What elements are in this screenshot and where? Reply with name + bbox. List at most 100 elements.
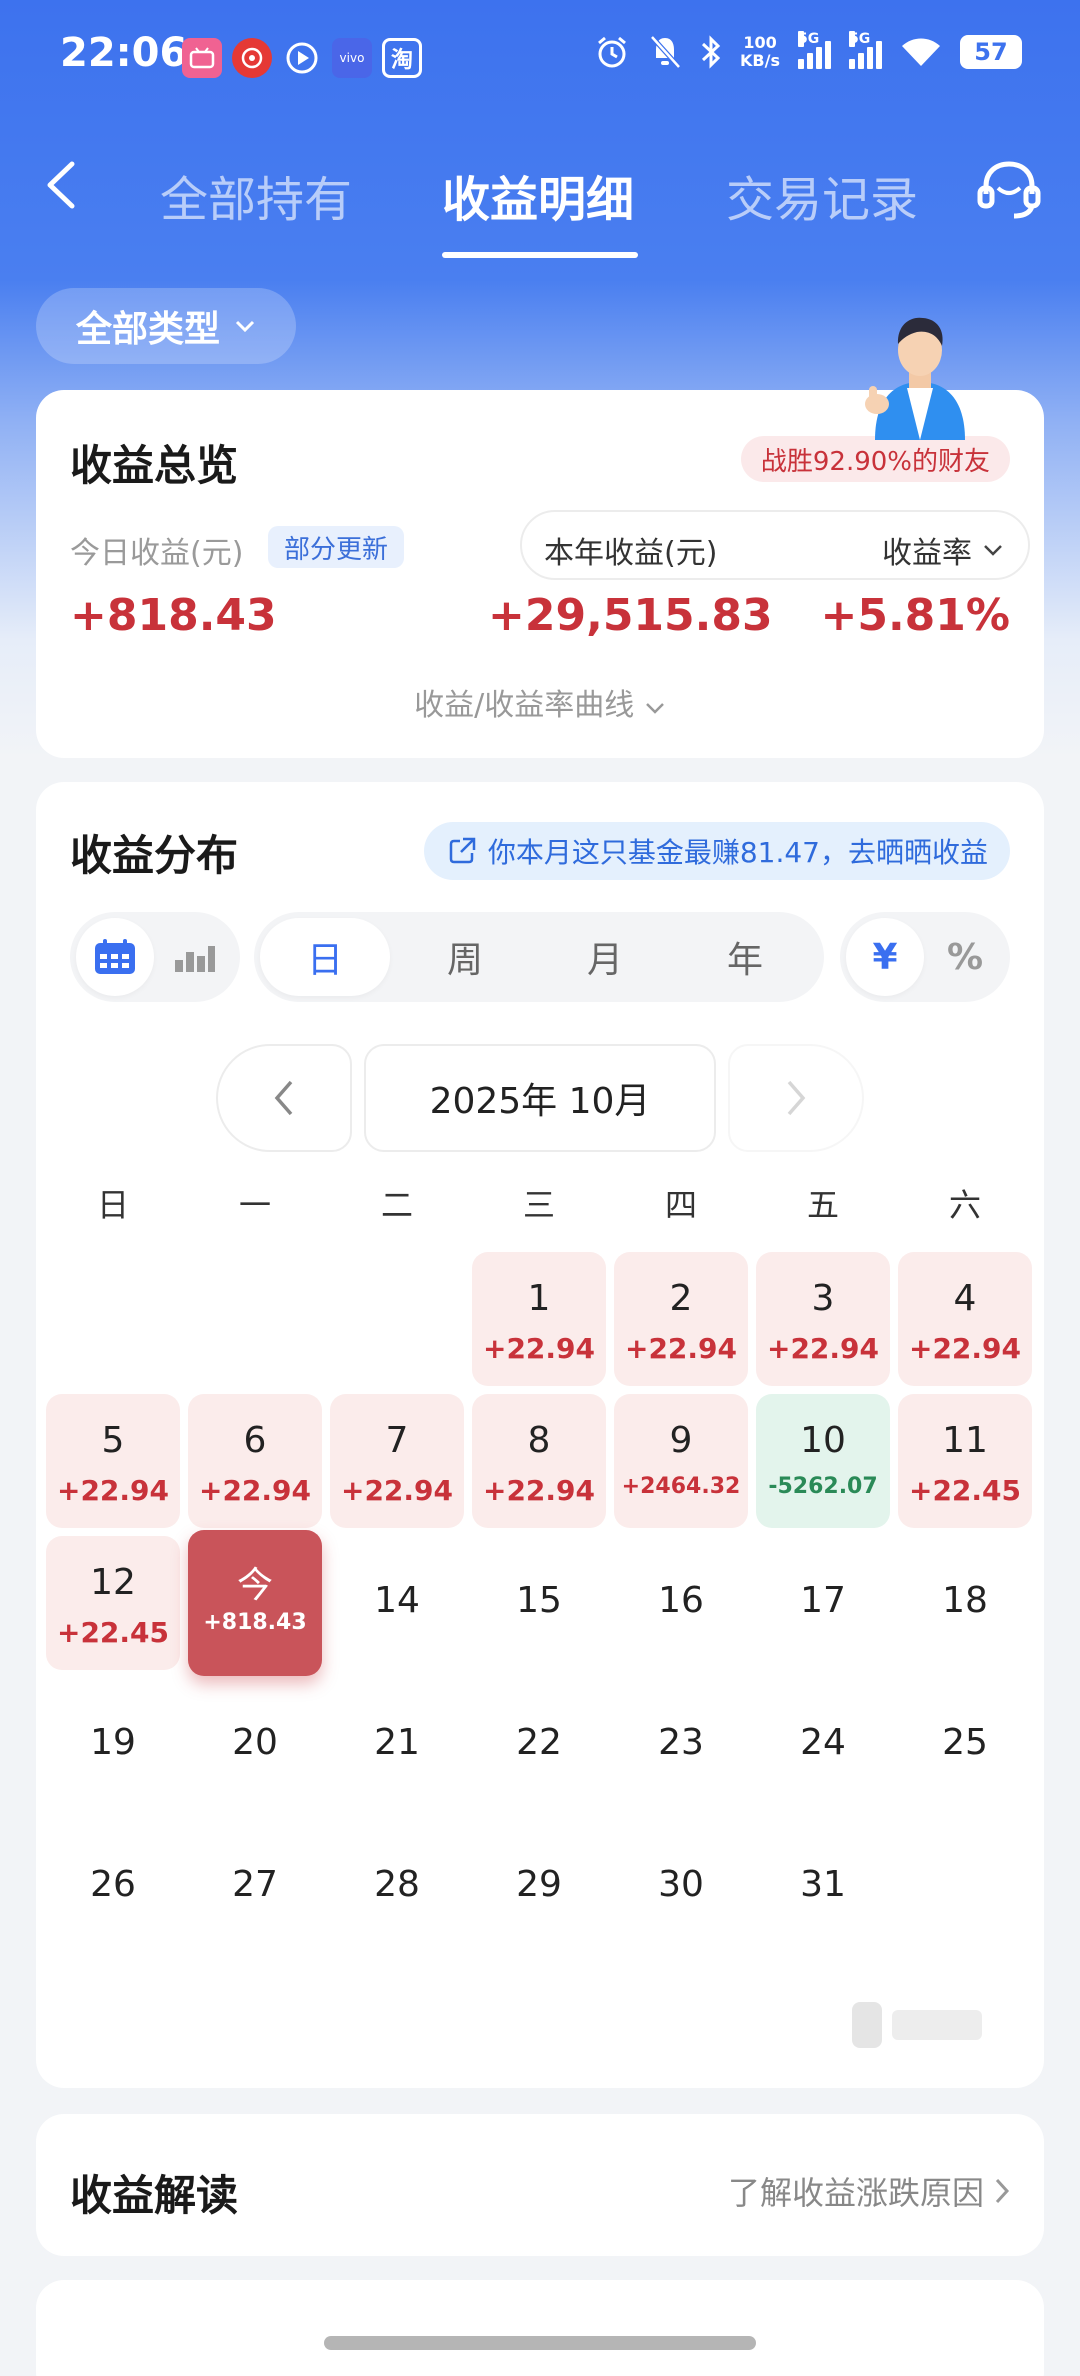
period-tab-year[interactable]: 年 [680, 918, 810, 996]
calendar-day[interactable]: 17 [756, 1536, 890, 1670]
status-time: 22:06 [60, 30, 188, 76]
partial-update-badge[interactable]: 部分更新 [268, 526, 405, 568]
calendar-day[interactable]: 1 +22.94 [472, 1252, 606, 1386]
battery-indicator: 57 [960, 35, 1022, 69]
back-button[interactable] [36, 150, 96, 220]
calendar-day[interactable]: 3 +22.94 [756, 1252, 890, 1386]
calendar-day[interactable]: 10 -5262.07 [756, 1394, 890, 1528]
calendar-day[interactable]: 31 [756, 1820, 890, 1954]
calendar-day-number: 20 [232, 1722, 278, 1763]
period-tab-month[interactable]: 月 [540, 918, 670, 996]
unit-tab-percent[interactable]: % [926, 918, 1004, 996]
weekday-label: 二 [380, 1186, 413, 1224]
status-right: 100 KB/s 5G 5G 57 [594, 31, 1022, 70]
calendar-day[interactable]: 2 +22.94 [614, 1252, 748, 1386]
calendar-day-number: 22 [516, 1722, 562, 1763]
calendar-day[interactable]: 11 +22.45 [898, 1394, 1032, 1528]
calendar-day-number: 12 [90, 1562, 136, 1603]
rank-badge[interactable]: 战胜92.90%的财友 [740, 436, 1010, 482]
year-rate-selector[interactable]: 本年收益(元) 收益率 [520, 510, 1030, 580]
calendar-day-earnings: +22.45 [908, 1474, 1022, 1507]
share-promo-banner[interactable]: 你本月这只基金最赚81.47，去晒晒收益 [423, 822, 1010, 880]
prev-month-button[interactable] [216, 1044, 352, 1152]
calendar-day[interactable]: 29 [472, 1820, 606, 1954]
calendar-day-number: 30 [658, 1864, 704, 1905]
calendar-day-number: 15 [516, 1580, 562, 1621]
overview-title: 收益总览 [70, 441, 239, 490]
calendar-day[interactable]: 15 [472, 1536, 606, 1670]
calendar-day[interactable]: 26 [46, 1820, 180, 1954]
view-mode-switch [70, 912, 240, 1002]
unit-tab-amount[interactable]: ¥ [846, 918, 924, 996]
earnings-overview-card: 收益总览 战胜92.90%的财友 今日收益(元) 部分更新 本年收益(元) 收益… [36, 390, 1044, 758]
weekday-label: 一 [238, 1186, 271, 1224]
calendar-day[interactable]: 4 +22.94 [898, 1252, 1032, 1386]
interpretation-link[interactable]: 了解收益涨跌原因 [728, 2168, 1010, 2214]
mascot-avatar [865, 317, 965, 440]
calendar-day[interactable]: 8 +22.94 [472, 1394, 606, 1528]
top-navigation: 全部持有 收益明细 交易记录 [0, 140, 1080, 260]
calendar-day-earnings: +22.94 [56, 1474, 170, 1507]
calendar-day[interactable]: 21 [330, 1678, 464, 1812]
curve-toggle[interactable]: 收益/收益率曲线 [36, 680, 1044, 724]
calendar-day-today[interactable]: 今 +818.43 [188, 1530, 322, 1676]
curve-toggle-label: 收益/收益率曲线 [414, 688, 635, 723]
calendar-day-number: 11 [942, 1420, 988, 1461]
calendar-day-number: 17 [800, 1580, 846, 1621]
tab-transaction-records[interactable]: 交易记录 [726, 160, 918, 230]
calendar-day[interactable]: 19 [46, 1678, 180, 1812]
tab-earnings-detail[interactable]: 收益明细 [442, 160, 634, 230]
calendar-day-number: 今 [236, 1565, 273, 1606]
distribution-title: 收益分布 [70, 831, 239, 880]
calendar-day-number: 19 [90, 1722, 136, 1763]
notification-app-icons: vivo 淘 [182, 38, 422, 78]
tab-all-holdings[interactable]: 全部持有 [160, 160, 352, 230]
calendar-day[interactable]: 28 [330, 1820, 464, 1954]
calendar-day-number: 3 [811, 1278, 835, 1319]
calendar-day[interactable]: 30 [614, 1820, 748, 1954]
calendar-day[interactable]: 25 [898, 1678, 1032, 1812]
calendar-day[interactable]: 12 +22.45 [46, 1536, 180, 1670]
calendar-day[interactable]: 23 [614, 1678, 748, 1812]
type-filter-label: 全部类型 [75, 309, 220, 350]
bilibili-icon [182, 38, 222, 78]
mute-bell-icon [650, 35, 681, 69]
period-tab-day[interactable]: 日 [260, 918, 390, 996]
calendar-day[interactable]: 18 [898, 1536, 1032, 1670]
calendar-day[interactable]: 9 +2464.32 [614, 1394, 748, 1528]
calendar-day[interactable]: 27 [188, 1820, 322, 1954]
next-month-button[interactable] [728, 1044, 864, 1152]
watermark-logo [852, 2002, 982, 2048]
today-earnings-value: +818.43 [70, 590, 277, 641]
calendar-day[interactable]: 14 [330, 1536, 464, 1670]
calendar-day[interactable]: 22 [472, 1678, 606, 1812]
year-rate-value: +5.81% [820, 590, 1010, 641]
calendar-day-number: 16 [658, 1580, 704, 1621]
calendar-day-number: 29 [516, 1864, 562, 1905]
share-promo-text: 你本月这只基金最赚81.47，去晒晒收益 [487, 836, 988, 869]
calendar-view-button[interactable] [76, 918, 154, 996]
calendar-day-number: 25 [942, 1722, 988, 1763]
calendar-day-earnings: +22.94 [482, 1474, 596, 1507]
home-indicator[interactable] [324, 2336, 756, 2350]
current-month-label[interactable]: 2025年 10月 [364, 1044, 716, 1152]
calendar-day[interactable]: 24 [756, 1678, 890, 1812]
calendar-day[interactable]: 16 [614, 1536, 748, 1670]
calendar-day-number: 23 [658, 1722, 704, 1763]
calendar-day[interactable]: 5 +22.94 [46, 1394, 180, 1528]
period-switch: 日 周 月 年 [254, 912, 824, 1002]
bar-chart-view-button[interactable] [156, 918, 234, 996]
interpretation-title: 收益解读 [70, 2171, 239, 2220]
type-filter-dropdown[interactable]: 全部类型 [36, 288, 296, 364]
calendar-day[interactable]: 6 +22.94 [188, 1394, 322, 1528]
earnings-interpretation-card: 收益解读 了解收益涨跌原因 [36, 2114, 1044, 2256]
calendar-day-number: 4 [953, 1278, 977, 1319]
calendar-day-earnings: +22.94 [908, 1332, 1022, 1365]
period-tab-week[interactable]: 周 [400, 918, 530, 996]
sim2-label: 5G [849, 31, 871, 47]
customer-service-button[interactable] [974, 154, 1044, 224]
calendar-day[interactable]: 7 +22.94 [330, 1394, 464, 1528]
calendar-day[interactable]: 20 [188, 1678, 322, 1812]
calendar-day-earnings: +22.94 [624, 1332, 738, 1365]
sim1-label: 5G [798, 31, 820, 47]
